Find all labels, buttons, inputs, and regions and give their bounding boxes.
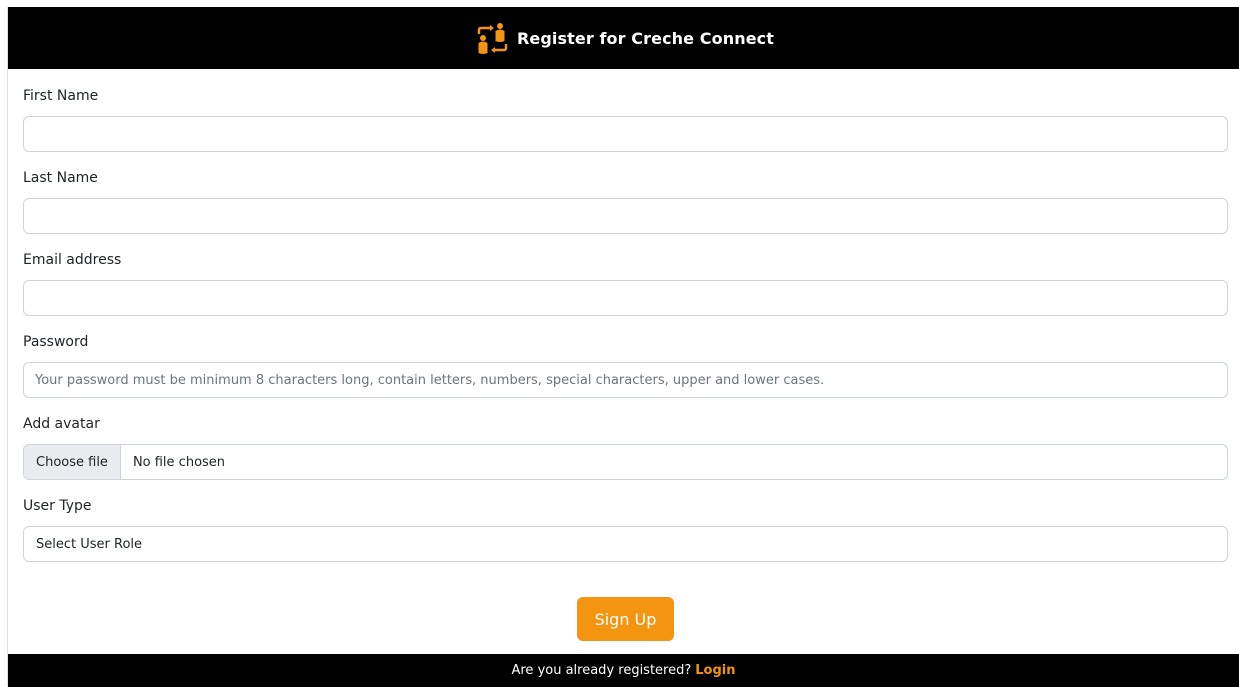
avatar-file-input[interactable]: Choose file No file chosen xyxy=(23,444,1228,480)
header-brand: Register for Creche Connect xyxy=(473,18,774,58)
people-exchange-icon xyxy=(477,23,508,54)
register-header: Register for Creche Connect xyxy=(8,7,1239,69)
email-label: Email address xyxy=(23,252,122,268)
login-prompt-text: Are you already registered? xyxy=(511,663,692,678)
user-type-selected-value: Select User Role xyxy=(36,536,143,552)
email-input[interactable] xyxy=(23,280,1228,316)
avatar-label: Add avatar xyxy=(23,416,100,432)
last-name-input[interactable] xyxy=(23,198,1228,234)
password-label: Password xyxy=(23,334,89,350)
register-footer: Are you already registered? Login xyxy=(8,654,1239,687)
first-name-label: First Name xyxy=(23,88,99,104)
sign-up-button[interactable]: Sign Up xyxy=(577,597,674,641)
file-status-text: No file chosen xyxy=(132,454,226,470)
user-type-label: User Type xyxy=(23,498,92,514)
page-title: Register for Creche Connect xyxy=(517,28,774,48)
password-input[interactable] xyxy=(23,362,1228,398)
user-type-select[interactable]: Select User Role xyxy=(23,526,1228,562)
login-link[interactable]: Login xyxy=(695,663,735,678)
first-name-input[interactable] xyxy=(23,116,1228,152)
register-card: Register for Creche Connect First Name L… xyxy=(7,7,1239,687)
last-name-label: Last Name xyxy=(23,170,98,186)
choose-file-button[interactable]: Choose file xyxy=(24,445,121,479)
